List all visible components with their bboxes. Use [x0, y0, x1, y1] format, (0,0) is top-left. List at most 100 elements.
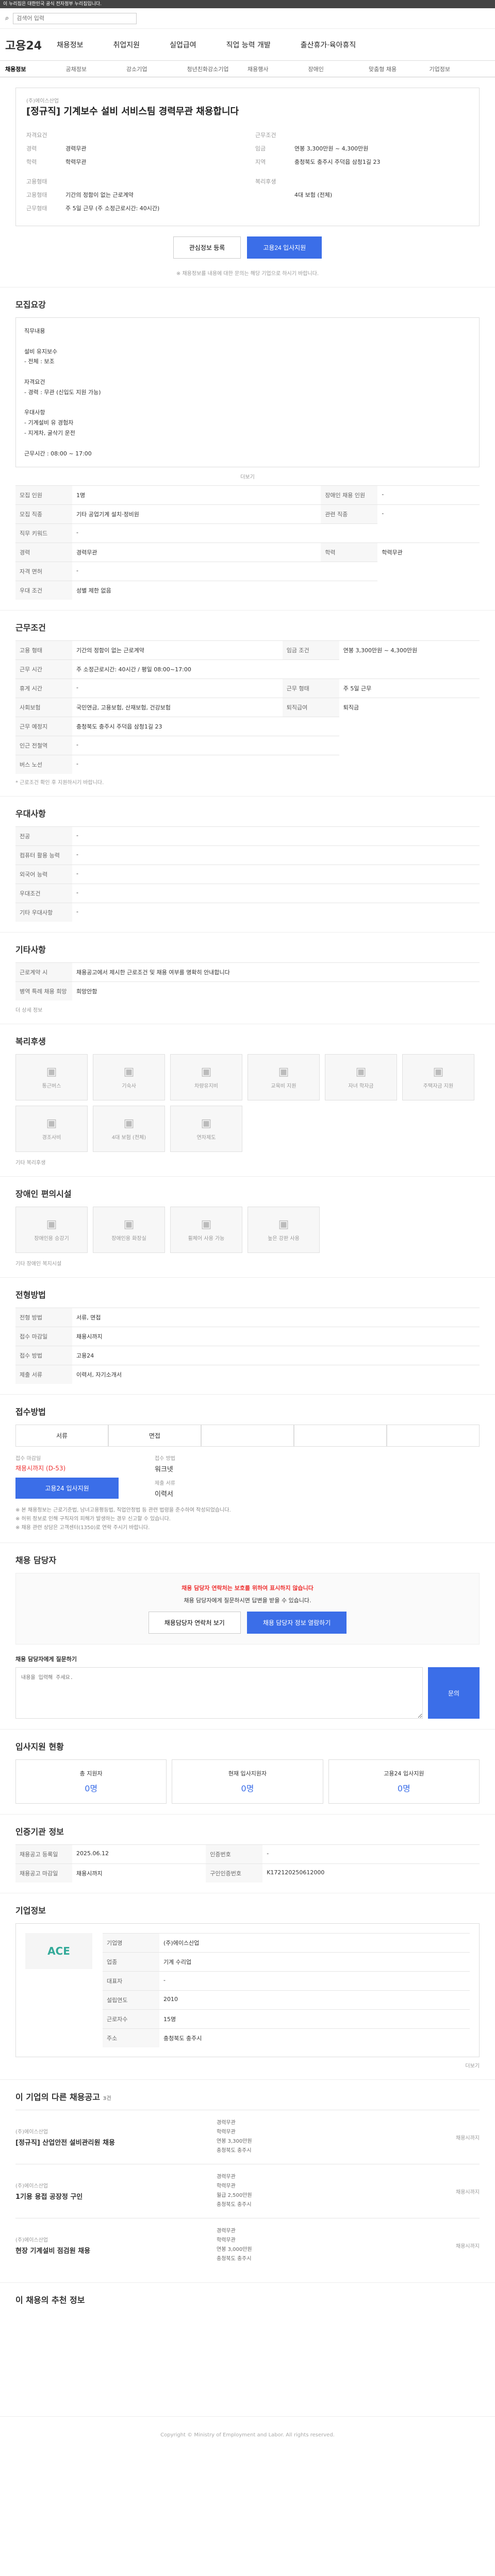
workcond-note: * 근로조건 확인 후 지원하시기 바랍니다. — [15, 780, 104, 786]
process-apply-button[interactable]: 고용24 입사지원 — [15, 1478, 119, 1499]
table-key: 장애인 채용 인원 — [321, 485, 378, 505]
apply-button[interactable]: 고용24 입사지원 — [247, 236, 322, 259]
question-submit-button[interactable]: 문의 — [428, 1667, 480, 1719]
disabled-section: 장애인 편의시설 ▣ 장애인용 승강기 ▣ 장애인용 화장실 ▣ 휠체어 사용 가능 ▣ 높은… — [0, 1177, 495, 1278]
summary-label: 고용형태 — [26, 178, 47, 185]
table-value: 서류, 면접 — [72, 1308, 425, 1327]
table-row: 대표자 - — [103, 1971, 470, 1991]
site-logo[interactable]: 고용24 — [5, 37, 57, 53]
table-row: 주소 충청북도 충주시 — [103, 2028, 470, 2048]
section-title: 장애인 편의시설 — [15, 1189, 72, 1199]
table-key: 우대조건 — [15, 884, 72, 903]
welfare-label: 4대 보험 (전체) — [111, 1135, 146, 1141]
contact-open-button[interactable]: 채용 담당자 정보 열람하기 — [246, 1612, 347, 1634]
table-key: 자격 면허 — [15, 562, 72, 581]
table-key: 퇴직급여 — [282, 698, 339, 717]
subnav-events[interactable]: 채용행사 — [248, 65, 308, 73]
posting-title[interactable]: [정규직] 산업안전 설비관리원 채용 — [15, 2137, 217, 2147]
company-more-link[interactable]: 더보기 — [15, 2061, 480, 2069]
table-value: 1명 — [72, 485, 321, 505]
table-key: 근무 시간 — [15, 659, 72, 679]
posting-meta-item: 충청북도 충주시 — [217, 2202, 252, 2208]
table-value: 충청북도 충주시 주덕읍 삼청1길 23 — [72, 717, 283, 736]
table-row: 업종 기계 수리업 — [103, 1952, 470, 1972]
gnb-item-leave[interactable]: 출산휴가·육아휴직 — [301, 40, 356, 50]
gnb-item-benefit[interactable]: 실업급여 — [170, 40, 196, 50]
apply-section: 전형방법 전형 방법 서류, 면접 접수 마감일 채용시까지 접수 방법 고용24 제출 서… — [0, 1278, 495, 1395]
posting-row[interactable]: (주)에이스산업 [정규직] 산업안전 설비관리원 채용 경력무관 학력무관 연봉 3,… — [15, 2110, 480, 2164]
summary-value: 충청북도 충주시 주덕읍 삼청1길 23 — [294, 159, 381, 165]
welfare-label: 통근버스 — [42, 1083, 61, 1090]
disabled-tile: ▣ 휠체어 사용 가능 — [170, 1207, 242, 1253]
table-key: 전형 방법 — [15, 1308, 72, 1327]
disabled-label: 장애인용 화장실 — [111, 1236, 146, 1242]
section-title: 인증기관 정보 — [15, 1827, 64, 1837]
section-title: 이 기업의 다른 채용공고 — [15, 2092, 100, 2103]
table-value: 채용공고에서 제시한 근로조건 및 채용 여부를 명확히 안내합니다 — [72, 962, 480, 982]
posting-title[interactable]: 1기용 용접 공장정 구인 — [15, 2191, 217, 2201]
process-tab[interactable]: 서류 — [15, 1425, 108, 1447]
gnb-item-support[interactable]: 취업지원 — [113, 40, 140, 50]
subnav-company[interactable]: 기업정보 — [430, 65, 490, 73]
subnav-public[interactable]: 공채정보 — [66, 65, 127, 73]
table-value: 채용시까지 — [72, 1863, 206, 1883]
posting-meta-item: 연봉 3,000만원 — [217, 2247, 252, 2253]
posting-deadline: 채용시까지 — [456, 2135, 480, 2141]
table-value: - — [72, 845, 480, 865]
extra-table: 근로계약 시 채용공고에서 제시한 근로조건 및 채용 여부를 명확히 안내합니다… — [15, 962, 480, 1001]
postings-list: (주)에이스산업 [정규직] 산업안전 설비관리원 채용 경력무관 학력무관 연봉 3,… — [15, 2110, 480, 2272]
table-value: 채용시까지 — [72, 1327, 425, 1346]
welfare-section: 복리후생 ▣ 통근버스 ▣ 기숙사 ▣ 차량유지비 ▣ 교육비 지원 ▣ 자녀 학자금 ▣ 주택자금 … — [0, 1024, 495, 1177]
table-row: 제출 서류 이력서, 자기소개서 — [15, 1365, 480, 1384]
subnav-disabled[interactable]: 장애인 — [308, 65, 369, 73]
table-value — [425, 1327, 480, 1346]
posting-company: (주)에이스산업 — [15, 2183, 48, 2190]
posting-meta-item: 학력무관 — [217, 2238, 236, 2244]
subnav-jobs[interactable]: 채용정보 — [5, 65, 66, 73]
table-row: 외국어 능력 - — [15, 865, 480, 884]
table-row: 버스 노선 - — [15, 755, 480, 774]
welfare-icon: ▣ — [433, 1065, 444, 1079]
subnav-youth[interactable]: 청년친화강소기업 — [187, 65, 248, 73]
table-key: 컴퓨터 활용 능력 — [15, 845, 72, 865]
question-input[interactable] — [15, 1667, 423, 1719]
table-value: - — [72, 679, 283, 698]
section-title: 우대사항 — [15, 809, 46, 819]
scrap-button[interactable]: 관심정보 등록 — [173, 236, 241, 259]
posting-row[interactable]: (주)에이스산업 현장 기계설비 점검원 채용 경력무관 학력무관 연봉 3,000만원… — [15, 2218, 480, 2272]
extra-section: 기타사항 근로계약 시 채용공고에서 제시한 근로조건 및 채용 여부를 명확히 … — [0, 933, 495, 1025]
welfare-tile: ▣ 4대 보험 (전체) — [93, 1106, 165, 1153]
posting-title[interactable]: 현장 기계설비 점검원 채용 — [15, 2245, 217, 2255]
process-tab[interactable] — [201, 1425, 294, 1447]
process-tab[interactable]: 면접 — [108, 1425, 201, 1447]
section-title: 모집요강 — [15, 300, 46, 310]
posting-row[interactable]: (주)에이스산업 1기용 용접 공장정 구인 경력무관 학력무관 월급 2,500만원 충… — [15, 2164, 480, 2218]
table-value: - — [72, 523, 321, 543]
table-value: 학력무관 — [377, 543, 480, 562]
apply-table: 전형 방법 서류, 면접 접수 마감일 채용시까지 접수 방법 고용24 제출 서류 이력서,… — [15, 1308, 480, 1384]
process-tab[interactable] — [387, 1425, 480, 1447]
method-label: 접수 방법 — [155, 1456, 175, 1462]
subnav-smb[interactable]: 강소기업 — [126, 65, 187, 73]
stat-label: 고용24 입사지원 — [384, 1770, 424, 1777]
table-row: 접수 방법 고용24 — [15, 1346, 480, 1365]
docs-label: 제출 서류 — [155, 1481, 175, 1487]
subnav-custom[interactable]: 맞춤형 채용 — [369, 65, 430, 73]
summary-key: 근무형태 — [26, 205, 47, 212]
process-tab[interactable] — [294, 1425, 387, 1447]
more-link[interactable]: 더보기 — [15, 472, 480, 480]
method-value: 워크넷 — [155, 1466, 173, 1474]
extra-link[interactable]: 더 상세 정보 — [15, 1006, 480, 1013]
table-key: 채용공고 등록일 — [15, 1844, 72, 1864]
posting-meta-item: 학력무관 — [217, 2129, 236, 2136]
table-value — [282, 755, 339, 774]
gnb-item-training[interactable]: 직업 능력 개발 — [226, 40, 271, 50]
company-name: (주)에이스산업 — [26, 98, 59, 104]
table-row: 모집 인원 1명 장애인 채용 인원 - — [15, 485, 480, 505]
search-input[interactable] — [13, 12, 137, 24]
table-value — [425, 1346, 480, 1365]
recruit-section: 모집요강 직무내용 설비 유지보수 - 전체 : 보조 자격요건 - 경력 : … — [0, 287, 495, 611]
gnb-item-jobs[interactable]: 채용정보 — [57, 40, 84, 50]
contact-view-button[interactable]: 채용담당자 연락처 보기 — [148, 1612, 241, 1634]
prefer-section: 우대사항 전공 - 컴퓨터 활용 능력 - 외국어 능력 - 우대조건 - 기타 우대사항 - — [0, 796, 495, 933]
